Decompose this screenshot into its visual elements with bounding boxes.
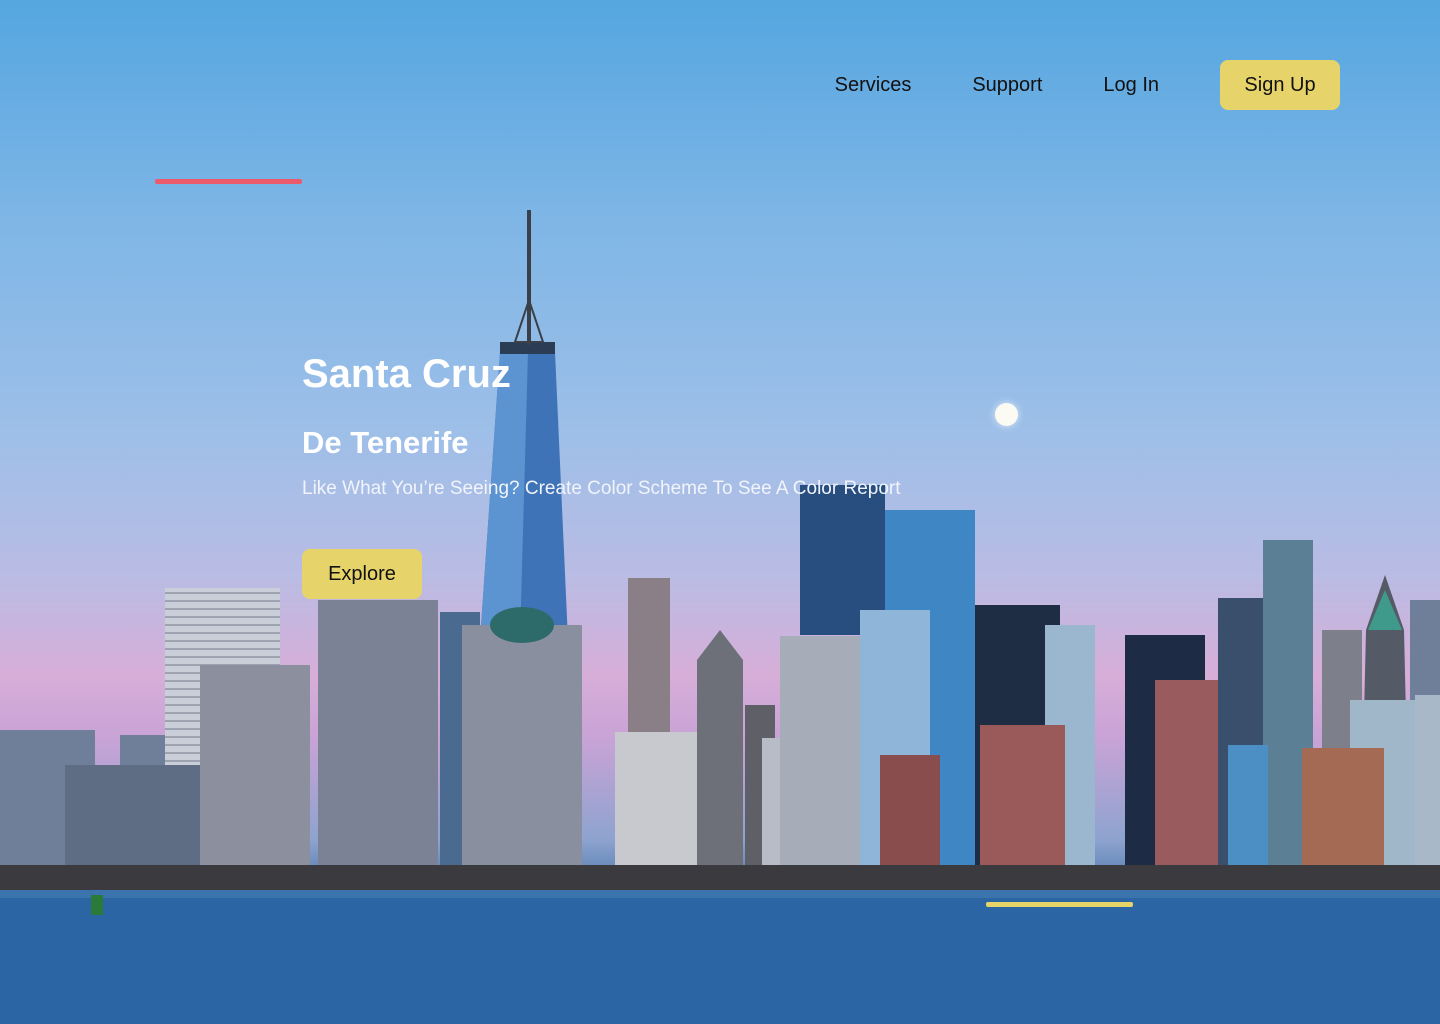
signup-button[interactable]: Sign Up bbox=[1220, 60, 1340, 110]
city-skyline-image bbox=[0, 210, 1440, 1024]
explore-button[interactable]: Explore bbox=[302, 549, 422, 599]
accent-line-red bbox=[155, 179, 302, 184]
top-nav: Services Support Log In Sign Up bbox=[835, 60, 1340, 110]
nav-link-login[interactable]: Log In bbox=[1103, 74, 1159, 97]
hero-tagline: Like What You’re Seeing? Create Color Sc… bbox=[302, 478, 901, 499]
hero-title: Santa Cruz bbox=[302, 352, 511, 396]
nav-link-services[interactable]: Services bbox=[835, 74, 912, 97]
accent-line-yellow bbox=[986, 902, 1133, 907]
hero-subtitle: De Tenerife bbox=[302, 425, 469, 460]
moon bbox=[995, 403, 1018, 426]
nav-link-support[interactable]: Support bbox=[972, 74, 1042, 97]
